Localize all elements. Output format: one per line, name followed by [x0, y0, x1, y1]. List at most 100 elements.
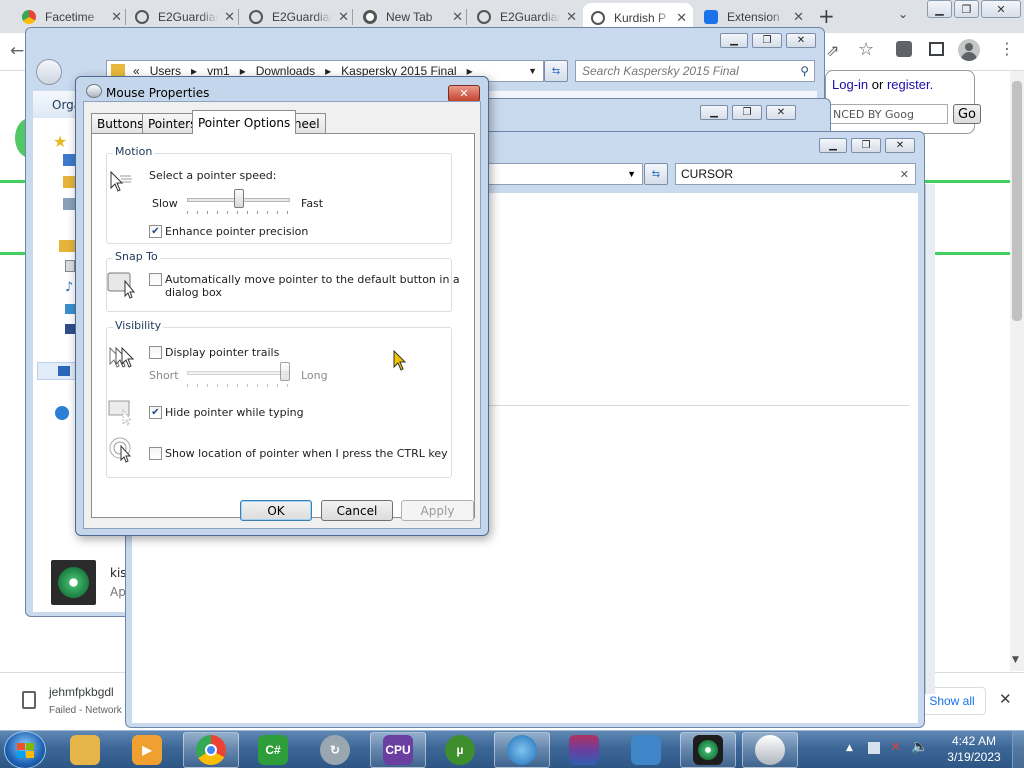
media-player-icon: ▶ — [132, 735, 162, 765]
side-panel-icon[interactable] — [929, 42, 944, 56]
restore-icon[interactable]: ❐ — [851, 138, 881, 153]
tab-facetime[interactable]: Facetime ✕ — [22, 6, 122, 28]
search-input[interactable]: CURSOR ✕ — [675, 163, 916, 185]
go-button[interactable]: Go — [953, 104, 981, 124]
ok-button[interactable]: OK — [240, 500, 312, 521]
cancel-button[interactable]: Cancel — [321, 500, 393, 521]
new-tab-button[interactable]: + — [818, 4, 835, 28]
libraries-icon — [59, 240, 75, 252]
taskbar-explorer[interactable] — [57, 732, 113, 768]
tab-new-tab[interactable]: New Tab ✕ — [363, 6, 463, 28]
tab-extension[interactable]: Extension ✕ — [704, 6, 804, 28]
taskbar-network[interactable] — [494, 732, 550, 768]
action-center-icon[interactable] — [868, 742, 880, 754]
show-location-checkbox[interactable] — [149, 447, 162, 460]
volume-icon[interactable]: 🔈 — [911, 739, 928, 755]
taskbar-winrar[interactable] — [556, 732, 612, 768]
tab-pointer-options[interactable]: Pointer Options — [192, 110, 297, 134]
taskbar-arrow-app[interactable]: ↻ — [307, 732, 363, 768]
network-error-icon[interactable]: ✕ — [890, 740, 901, 755]
close-icon[interactable]: ✕ — [999, 690, 1012, 708]
enhance-precision-label[interactable]: Enhance pointer precision — [165, 225, 308, 238]
minimize-icon[interactable]: ▁ — [927, 0, 952, 18]
clock-date[interactable]: 3/19/2023 — [942, 750, 1006, 764]
minimize-icon[interactable]: ▁ — [819, 138, 847, 153]
close-icon[interactable]: ✕ — [111, 9, 122, 25]
pointer-trails-checkbox[interactable] — [149, 346, 162, 359]
snap-to-label-line2[interactable]: dialog box — [165, 286, 222, 299]
close-icon[interactable]: ✕ — [766, 105, 796, 120]
tab-title: E2Guardian — [500, 10, 560, 24]
show-desktop-button[interactable] — [1012, 731, 1024, 768]
close-icon[interactable]: ✕ — [885, 138, 915, 153]
login-link[interactable]: Log-in — [832, 77, 868, 92]
tab-buttons[interactable]: Buttons — [91, 113, 150, 133]
scrollbar-thumb[interactable] — [1012, 81, 1022, 321]
google-search-input[interactable]: NCED BY Goog — [830, 104, 948, 124]
show-hidden-icons[interactable]: ▲ — [846, 743, 853, 753]
restore-icon[interactable]: ❐ — [752, 33, 782, 48]
back-icon[interactable]: ← — [10, 41, 24, 61]
taskbar-kaspersky[interactable] — [680, 732, 736, 768]
chrome-menu-icon[interactable]: ⋮ — [999, 39, 1015, 58]
refresh-icon[interactable]: ⇆ — [644, 163, 668, 185]
hide-while-typing-label[interactable]: Hide pointer while typing — [165, 406, 304, 419]
refresh-icon[interactable]: ⇆ — [544, 60, 568, 82]
close-icon[interactable]: ✕ — [338, 9, 349, 25]
close-icon[interactable]: ✕ — [981, 0, 1021, 18]
close-icon[interactable]: ✕ — [793, 9, 804, 25]
pointer-trails-label[interactable]: Display pointer trails — [165, 346, 279, 359]
profile-avatar[interactable] — [958, 39, 980, 61]
tab-e2guardian-3[interactable]: E2Guardian ✕ — [477, 6, 577, 28]
taskbar-utorrent[interactable]: µ — [432, 732, 488, 768]
register-link[interactable]: register. — [887, 77, 933, 92]
share-icon[interactable]: ⇗ — [826, 41, 839, 60]
start-button[interactable] — [4, 731, 46, 768]
clear-search-icon[interactable]: ✕ — [900, 168, 909, 181]
taskbar-control-panel[interactable] — [618, 732, 674, 768]
minimize-icon[interactable]: ▁ — [720, 33, 748, 48]
scroll-down-icon[interactable]: ▼ — [1012, 655, 1019, 665]
restore-icon[interactable]: ❐ — [954, 0, 979, 18]
taskbar-chrome[interactable] — [183, 732, 239, 768]
divider — [489, 405, 909, 406]
kaspersky-app-icon[interactable] — [51, 560, 96, 605]
tab-e2guardian-2[interactable]: E2Guardian ✕ — [249, 6, 349, 28]
minimize-icon[interactable]: ▁ — [700, 105, 728, 120]
show-location-label[interactable]: Show location of pointer when I press th… — [165, 447, 448, 460]
close-icon[interactable]: ✕ — [786, 33, 816, 48]
chevron-down-icon[interactable]: ▼ — [528, 66, 537, 76]
tab-e2guardian-1[interactable]: E2Guardian ✕ — [135, 6, 235, 28]
trail-slider-thumb[interactable] — [280, 362, 290, 381]
taskbar-cpuz[interactable]: CPU — [370, 732, 426, 768]
trail-slider-track[interactable] — [187, 371, 290, 375]
search-input[interactable]: Search Kaspersky 2015 Final ⚲ — [575, 60, 815, 82]
taskbar-mouse[interactable] — [742, 732, 798, 768]
close-icon[interactable]: ✕ — [452, 9, 463, 25]
right-scroll-strip[interactable] — [925, 184, 935, 694]
snap-to-label[interactable]: Automatically move pointer to the defaul… — [165, 273, 460, 286]
close-icon[interactable]: ✕ — [676, 10, 687, 26]
clock-time[interactable]: 4:42 AM — [946, 734, 1002, 748]
hide-while-typing-checkbox[interactable]: ✔ — [149, 406, 162, 419]
desktop-icon — [63, 154, 75, 166]
taskbar-media-player[interactable]: ▶ — [119, 732, 175, 768]
fast-label: Fast — [301, 197, 324, 210]
close-icon[interactable]: ✕ — [224, 9, 235, 25]
close-icon[interactable]: ✕ — [566, 9, 577, 25]
snap-to-checkbox[interactable] — [149, 273, 162, 286]
chevron-down-icon[interactable]: ▼ — [627, 169, 636, 179]
extensions-icon[interactable] — [896, 41, 912, 57]
taskbar-csharp[interactable]: C# — [245, 732, 301, 768]
apply-button[interactable]: Apply — [401, 500, 474, 521]
restore-icon[interactable]: ❐ — [732, 105, 762, 120]
computer-item[interactable] — [37, 362, 77, 380]
speed-slider-thumb[interactable] — [233, 189, 244, 208]
enhance-precision-checkbox[interactable]: ✔ — [149, 225, 162, 238]
close-icon[interactable]: ✕ — [448, 85, 480, 102]
page-scrollbar[interactable]: ▼ — [1010, 71, 1024, 671]
star-icon[interactable]: ☆ — [858, 39, 874, 60]
download-filename[interactable]: jehmfpkbgdl — [49, 685, 114, 699]
back-nav-button[interactable] — [36, 59, 62, 85]
tab-search-icon[interactable]: ⌄ — [898, 7, 908, 21]
